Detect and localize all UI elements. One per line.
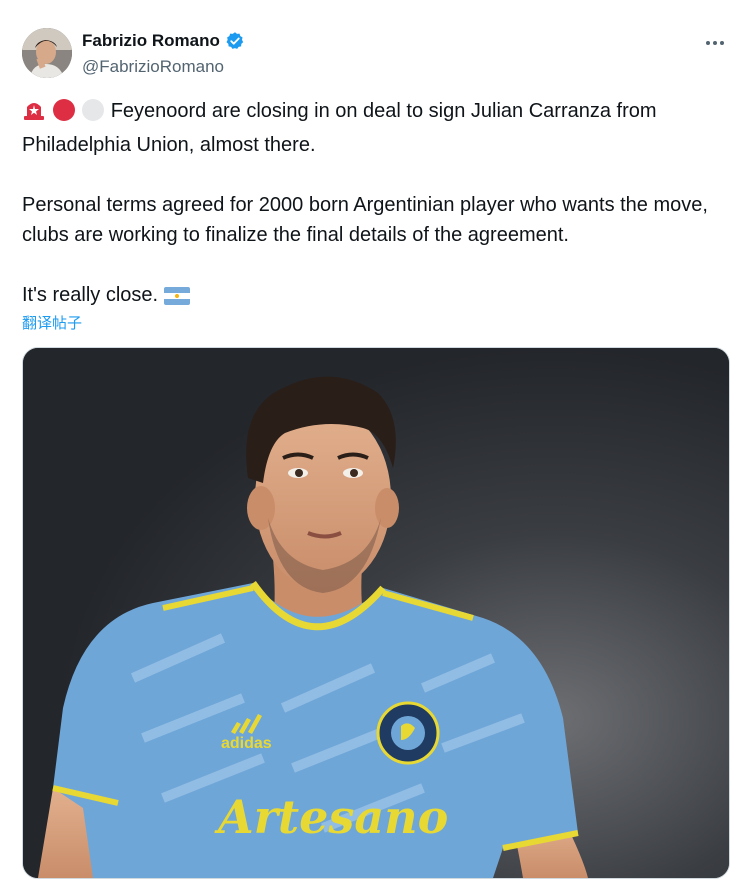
translate-post-link[interactable]: 翻译帖子 — [22, 312, 82, 333]
red-circle-icon — [52, 99, 76, 130]
white-circle-icon — [81, 99, 105, 130]
avatar[interactable] — [22, 28, 72, 78]
tweet-paragraph-1: Feyenoord are closing in on deal to sign… — [22, 96, 732, 160]
tweet-line-1: Feyenoord are closing in on deal to sign… — [22, 100, 657, 156]
jersey-sponsor-text: Artesano — [214, 790, 448, 844]
tweet-body: Feyenoord are closing in on deal to sign… — [22, 96, 732, 314]
tweet-paragraph-3: It's really close. — [22, 280, 732, 314]
tweet-header: Fabrizio Romano @FabrizioRomano — [22, 28, 728, 80]
verified-badge-icon — [225, 31, 245, 51]
more-options-icon[interactable] — [702, 32, 728, 54]
tweet-media-image[interactable]: adidas Artesano — [22, 347, 730, 879]
author-handle[interactable]: @FabrizioRomano — [82, 57, 224, 77]
name-row: Fabrizio Romano — [82, 31, 245, 51]
tweet-paragraph-2: Personal terms agreed for 2000 born Arge… — [22, 194, 708, 246]
kit-brand-text: adidas — [221, 735, 272, 752]
siren-icon — [22, 99, 46, 130]
argentina-flag-icon — [163, 284, 190, 314]
tweet-line-3: It's really close. — [22, 284, 159, 306]
display-name[interactable]: Fabrizio Romano — [82, 31, 220, 51]
